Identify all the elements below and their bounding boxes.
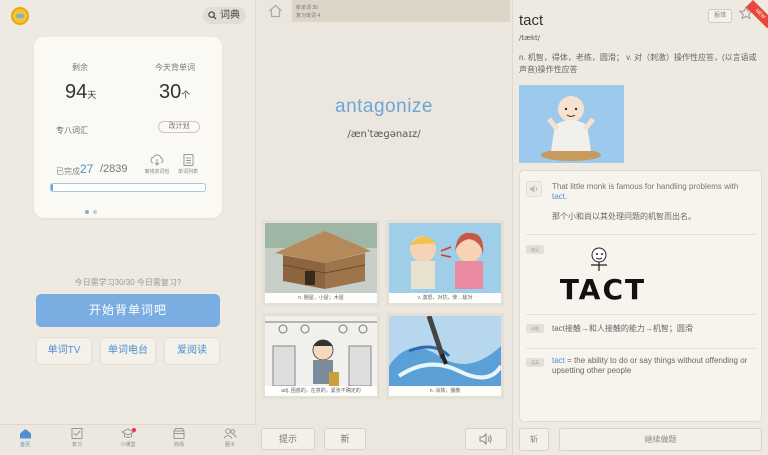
kill-word-button[interactable]: 斩 (519, 428, 549, 451)
page-dot (93, 210, 97, 214)
cartoon-argument-image (389, 223, 501, 293)
detail-phonetic[interactable]: /tækt/ (519, 34, 540, 42)
speaker-icon (530, 185, 538, 193)
crowded-train-image (265, 316, 377, 386)
start-learning-button[interactable]: 开始背单词吧 (36, 294, 220, 327)
hint-button[interactable]: 提示 (261, 428, 315, 450)
new-word-button[interactable]: 新 (324, 428, 366, 450)
continue-button[interactable]: 继续做题 (559, 428, 762, 451)
root-tag: 词根 (526, 324, 544, 333)
word-radio-button[interactable]: 单词电台 (100, 337, 156, 365)
quiz-phonetic[interactable]: /ænˈtæɡənaɪz/ (256, 129, 512, 140)
tact-mnemonic-image: TACT (560, 247, 646, 305)
tact-logo-text: TACT (560, 273, 646, 305)
study-plan-card: 剩余 94天 今天背单词 30个 专八词汇 改计划 离线单词包 单词列表 已完成… (34, 37, 222, 218)
paint-smear-image (389, 316, 501, 386)
speaker-icon (479, 432, 492, 446)
session-progress: 新单词 30 复习单词 4 (292, 0, 510, 22)
review-icon (71, 428, 83, 439)
reading-button[interactable]: 爱阅读 (164, 337, 220, 365)
people-icon (223, 428, 237, 439)
completed-label: 已完成 (56, 167, 80, 176)
list-icon (183, 154, 193, 166)
avatar[interactable] (11, 7, 29, 25)
option-card-4[interactable]: n. 涂抹，播散 (386, 313, 504, 399)
review-words-count: 复习单词 4 (296, 13, 321, 19)
mnemonic-tag: 助记 (526, 245, 544, 254)
hut-image (265, 223, 377, 293)
dictionary-label: 词典 (220, 10, 240, 21)
remaining-days-value: 94天 (65, 81, 97, 103)
option-card-3[interactable]: adj. 困惑的，在意的，紧张不确定的 (262, 313, 380, 399)
notification-dot (132, 428, 136, 432)
word-tv-button[interactable]: 单词TV (36, 337, 92, 365)
dictionary-button[interactable]: 词典 (203, 7, 246, 24)
word-detail-panel: tact /tækt/ 报错 NEW n. 机智，得体，老练，圆滑； v. 对（… (512, 0, 768, 455)
divider (526, 234, 756, 235)
tab-shop[interactable]: 商场 (159, 428, 199, 448)
divider (526, 314, 756, 315)
example-audio-button[interactable] (526, 181, 542, 197)
option-card-1[interactable]: n. 棚屋，小屋；木屋 (262, 220, 380, 306)
monk-image (519, 85, 624, 163)
word-list-button[interactable]: 单词列表 (175, 154, 201, 175)
home-icon[interactable] (268, 4, 283, 18)
page-dot-active (85, 210, 89, 214)
english-def-tag: 英英 (526, 358, 544, 367)
search-icon (208, 11, 217, 20)
cloud-download-icon (150, 154, 164, 166)
shop-icon (173, 428, 185, 439)
study-progress-fill (51, 184, 53, 191)
detail-word: tact (519, 12, 544, 29)
tab-review[interactable]: 复习 (57, 428, 97, 448)
study-progress-bar (50, 183, 206, 192)
remaining-days-label: 剩余 (72, 63, 88, 72)
option-caption-2: v. 激怒，对抗，使…敌对 (389, 293, 501, 303)
detail-card: That little monk is famous for handling … (519, 170, 762, 422)
today-words-value: 30个 (159, 81, 191, 103)
tab-class[interactable]: 小课堂 (108, 428, 148, 448)
root-note: tact接触→和人接触的能力→机智；圆滑 (552, 324, 693, 333)
card-page-dots (85, 210, 97, 214)
quiz-panel: 新单词 30 复习单词 4 antagonize /ænˈtæɡənaɪz/ n… (256, 0, 512, 455)
quiz-word: antagonize (335, 96, 433, 117)
change-plan-button[interactable]: 改计划 (158, 121, 200, 133)
divider (526, 348, 756, 349)
report-error-button[interactable]: 报错 (708, 9, 732, 23)
example-chinese: 那个小和尚以其处理问题的机智而出名。 (552, 212, 696, 221)
option-caption-4: n. 涂抹，播散 (389, 386, 501, 396)
today-words-label: 今天背单词 (155, 63, 195, 72)
definition: n. 机智，得体，老练，圆滑； v. 对（刺激）操作性应答，(以言语或声音)操作… (519, 53, 757, 74)
bottom-tab-bar: 首页 复习 小课堂 商场 圈子 (0, 424, 256, 455)
example-english: That little monk is famous for handling … (552, 182, 739, 201)
completed-count: 27 (80, 162, 94, 176)
today-summary: 今日需学习30/30 今日需复习? (74, 278, 182, 287)
option-card-2[interactable]: v. 激怒，对抗，使…敌对 (386, 220, 504, 306)
option-caption-3: adj. 困惑的，在意的，紧张不确定的 (265, 386, 377, 396)
new-words-count: 新单词 30 (296, 5, 318, 11)
home-panel: 词典 剩余 94天 今天背单词 30个 专八词汇 改计划 离线单词包 单词列表 … (0, 0, 256, 455)
tab-home[interactable]: 首页 (5, 428, 45, 448)
pronounce-button[interactable] (465, 428, 507, 450)
completed-total: /2839 (100, 163, 128, 175)
vocab-book-name: 专八词汇 (56, 126, 88, 135)
tab-community[interactable]: 圈子 (210, 428, 250, 448)
offline-download-button[interactable]: 离线单词包 (143, 154, 171, 175)
monk-illustration (519, 85, 624, 163)
home-icon (19, 429, 31, 439)
english-definition: tact = the ability to do or say things w… (552, 356, 748, 375)
option-caption-1: n. 棚屋，小屋；木屋 (265, 293, 377, 303)
